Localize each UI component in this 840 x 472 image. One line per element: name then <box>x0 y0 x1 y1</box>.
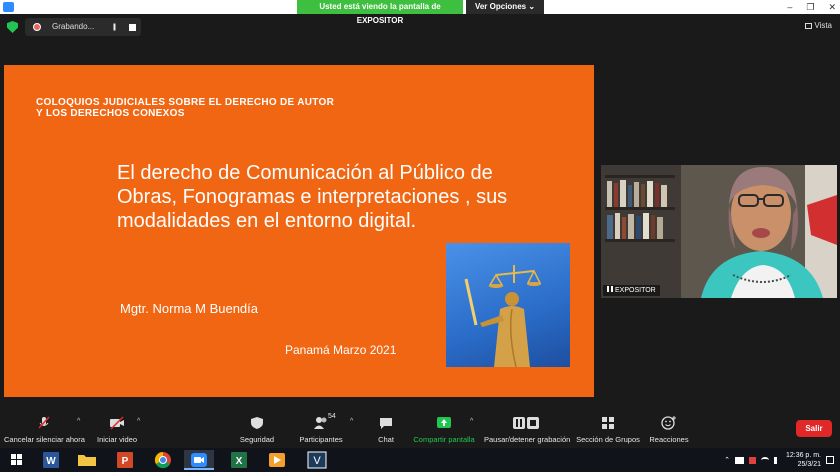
breakout-rooms-label: Sección de Grupos <box>576 435 640 444</box>
system-tray: ⌃ 12:36 p. m. 25/3/21 <box>724 448 834 472</box>
start-button[interactable] <box>2 450 32 470</box>
taskbar-media-player[interactable] <box>262 450 292 470</box>
volume-icon[interactable] <box>773 456 781 464</box>
network-icon[interactable] <box>734 456 744 464</box>
chat-button[interactable]: Chat <box>370 412 402 448</box>
chevron-down-icon: ⌄ <box>528 2 536 11</box>
leave-meeting-button[interactable]: Salir <box>796 420 832 437</box>
unmute-button[interactable]: Cancelar silenciar ahora <box>4 412 85 448</box>
view-label: Vista <box>814 21 832 30</box>
security-label: Seguridad <box>239 435 275 444</box>
windows-taskbar: W P X V ⌃ 12:36 p. m. 25/3/21 <box>0 448 840 472</box>
participants-label: Participantes <box>299 435 343 444</box>
chat-bubble-icon <box>378 416 394 430</box>
security-button[interactable]: Seguridad <box>236 412 278 448</box>
taskbar-excel[interactable]: X <box>224 450 254 470</box>
excel-icon-letter: X <box>236 456 243 467</box>
microphone-muted-icon <box>36 416 52 430</box>
view-options-label: Ver Opciones <box>474 2 527 11</box>
share-screen-button[interactable]: Compartir pantalla <box>412 412 476 448</box>
participant-name-label: EXPOSITOR <box>603 285 660 296</box>
wifi-icon[interactable] <box>760 457 769 463</box>
recording-indicator: Grabando... || <box>25 18 141 36</box>
taskbar-file-explorer[interactable] <box>72 450 102 470</box>
vnc-icon: V <box>307 451 327 469</box>
folder-icon <box>78 455 96 466</box>
clock-time: 12:36 p. m. <box>785 452 821 459</box>
share-options-caret[interactable]: ^ <box>470 418 473 425</box>
share-screen-label: Compartir pantalla <box>413 435 475 444</box>
audio-options-caret[interactable]: ^ <box>77 418 80 425</box>
word-icon-letter: W <box>46 456 56 467</box>
pause-recording-button[interactable]: Pausar/detener grabación <box>484 412 571 448</box>
hidden-icons-icon[interactable]: ⌃ <box>724 456 730 464</box>
breakout-rooms-icon <box>600 416 616 430</box>
participants-button[interactable]: 54 Participantes <box>298 412 344 448</box>
grid-icon <box>805 22 813 29</box>
stop-recording-icon[interactable] <box>129 24 136 31</box>
powerpoint-icon: P <box>117 452 133 468</box>
zoom-app-icon <box>3 2 14 12</box>
signal-bars-icon <box>607 286 613 292</box>
participants-options-caret[interactable]: ^ <box>350 418 353 425</box>
clock-date: 25/3/21 <box>797 461 821 468</box>
reactions-button[interactable]: Reacciones <box>648 412 690 448</box>
word-icon: W <box>43 452 59 468</box>
reactions-label: Reacciones <box>649 435 689 444</box>
video-options-caret[interactable]: ^ <box>137 418 140 425</box>
taskbar-zoom[interactable] <box>184 450 214 470</box>
slide-title: El derecho de Comunicación al Público de… <box>117 162 508 232</box>
view-options-button[interactable]: Ver Opciones ⌄ <box>466 0 544 14</box>
window-controls: – ❐ ✕ <box>787 0 836 14</box>
window-titlebar: Usted está viendo la pantalla de EXPOSIT… <box>0 0 840 25</box>
security-shield-icon <box>249 416 265 430</box>
chrome-icon <box>154 451 171 469</box>
taskbar-chrome[interactable] <box>148 450 178 470</box>
taskbar-vnc[interactable]: V <box>302 450 332 470</box>
taskbar-powerpoint[interactable]: P <box>110 450 140 470</box>
pause-stop-icon <box>512 416 540 430</box>
chat-label: Chat <box>378 435 394 444</box>
participants-count: 54 <box>328 413 336 420</box>
pause-recording-label: Pausar/detener grabación <box>484 435 571 444</box>
lady-justice-image <box>446 243 570 367</box>
speaker-video-tile[interactable]: EXPOSITOR <box>601 165 837 298</box>
flag-icon[interactable] <box>748 456 756 464</box>
share-screen-icon <box>436 416 452 430</box>
slide-date: Panamá Marzo 2021 <box>285 343 397 357</box>
media-player-icon <box>269 453 285 467</box>
lady-justice-figure <box>464 265 542 367</box>
unmute-label: Cancelar silenciar ahora <box>4 435 85 444</box>
record-dot-icon <box>33 23 41 31</box>
participant-name: EXPOSITOR <box>615 287 656 294</box>
notifications-icon[interactable] <box>826 456 834 464</box>
meeting-toolbar: Cancelar silenciar ahora ^ Iniciar video… <box>0 412 840 448</box>
zoom-icon <box>191 453 207 467</box>
recording-label: Grabando... <box>52 22 95 31</box>
sharing-banner: Usted está viendo la pantalla de EXPOSIT… <box>297 0 463 25</box>
pause-recording-icon[interactable]: || <box>113 24 116 31</box>
start-video-button[interactable]: Iniciar video <box>94 412 140 448</box>
windows-logo-icon <box>11 454 22 465</box>
powerpoint-icon-letter: P <box>122 456 129 467</box>
speaker-video-frame <box>601 165 837 298</box>
participants-icon: 54 <box>313 413 336 430</box>
excel-icon: X <box>231 452 247 468</box>
encryption-shield-icon[interactable] <box>7 21 18 33</box>
close-icon[interactable]: ✕ <box>828 0 836 14</box>
taskbar-clock[interactable]: 12:36 p. m. 25/3/21 <box>786 451 821 469</box>
zoom-meeting-window: Usted está viendo la pantalla de EXPOSIT… <box>0 0 840 472</box>
taskbar-word[interactable]: W <box>36 450 66 470</box>
restore-icon[interactable]: ❐ <box>806 0 814 14</box>
shared-slide: COLOQUIOS JUDICIALES SOBRE EL DERECHO DE… <box>4 65 594 397</box>
view-button[interactable]: Vista <box>805 21 832 30</box>
smiley-plus-icon <box>661 416 677 430</box>
slide-header: COLOQUIOS JUDICIALES SOBRE EL DERECHO DE… <box>36 97 335 119</box>
start-video-label: Iniciar video <box>96 435 138 444</box>
minimize-icon[interactable]: – <box>787 0 792 14</box>
breakout-rooms-button[interactable]: Sección de Grupos <box>576 412 640 448</box>
vnc-icon-letter: V <box>313 455 321 467</box>
video-off-icon <box>109 416 125 430</box>
slide-author: Mgtr. Norma M Buendía <box>120 301 258 316</box>
